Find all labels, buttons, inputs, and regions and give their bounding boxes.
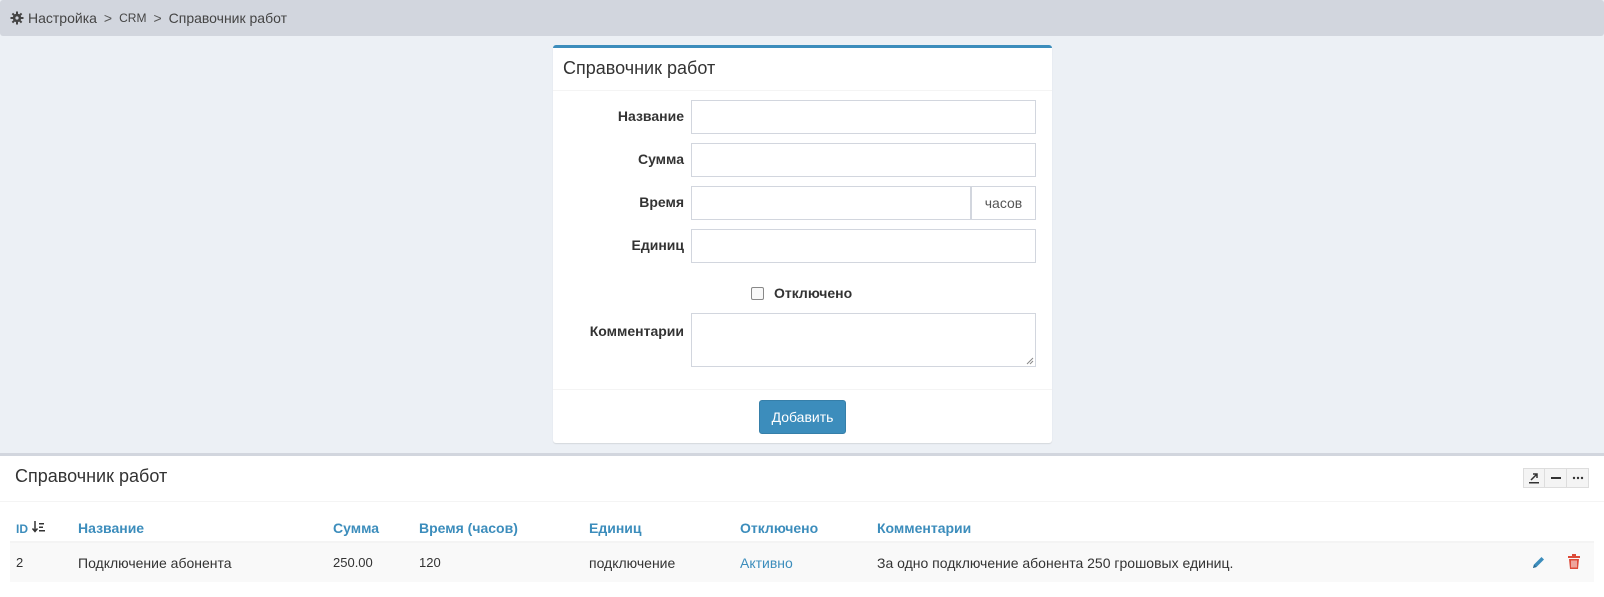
- cell-edit: [1522, 542, 1558, 582]
- breadcrumb-item-current: Справочник работ: [168, 10, 287, 26]
- add-button[interactable]: Добавить: [759, 400, 846, 434]
- column-header-comment[interactable]: Комментарии: [871, 514, 1522, 543]
- table-row: 2 Подключение абонента 250.00 120 подклю…: [10, 542, 1594, 582]
- breadcrumb-item-crm[interactable]: CRM: [119, 11, 146, 25]
- form-title: Справочник работ: [553, 48, 1052, 91]
- cell-sum: 250.00: [327, 542, 413, 582]
- disabled-checkbox-row: Отключено: [751, 285, 852, 301]
- cell-status: Активно: [734, 542, 871, 582]
- column-header-delete: [1558, 514, 1594, 543]
- time-input[interactable]: [691, 186, 971, 220]
- comment-textarea[interactable]: [691, 313, 1036, 367]
- gear-icon: [10, 11, 24, 25]
- resize-handle-icon[interactable]: [1026, 357, 1034, 365]
- cell-delete: [1558, 542, 1594, 582]
- delete-trash-icon[interactable]: [1564, 552, 1584, 572]
- name-row: Название: [553, 100, 1052, 134]
- minus-icon[interactable]: [1545, 468, 1567, 488]
- units-label: Единиц: [631, 237, 685, 253]
- breadcrumb: Настройка > CRM > Справочник работ: [0, 0, 1604, 36]
- column-header-name[interactable]: Название: [72, 514, 327, 543]
- cell-units: подключение: [583, 542, 734, 582]
- list-tools: [1523, 468, 1589, 488]
- sum-row: Сумма: [553, 143, 1052, 177]
- cell-id: 2: [10, 542, 72, 582]
- edit-pencil-icon[interactable]: [1528, 552, 1548, 572]
- column-header-time[interactable]: Время (часов): [413, 514, 583, 543]
- units-row: Единиц: [553, 229, 1052, 263]
- cell-name: Подключение абонента: [72, 542, 327, 582]
- more-icon[interactable]: [1567, 468, 1589, 488]
- cell-comment: За одно подключение абонента 250 грошовы…: [871, 542, 1522, 582]
- export-icon[interactable]: [1523, 468, 1545, 488]
- units-input[interactable]: [691, 229, 1036, 263]
- work-table: ID Название Сумма Время (часов) Единиц О…: [10, 514, 1594, 582]
- status-link[interactable]: Активно: [740, 555, 793, 571]
- column-header-disabled[interactable]: Отключено: [734, 514, 871, 543]
- column-header-id[interactable]: ID: [10, 514, 72, 543]
- name-input[interactable]: [691, 100, 1036, 134]
- column-header-sum[interactable]: Сумма: [327, 514, 413, 543]
- table-header-row: ID Название Сумма Время (часов) Единиц О…: [10, 514, 1594, 543]
- time-label: Время: [639, 194, 684, 210]
- sum-label: Сумма: [637, 151, 684, 167]
- list-header: Справочник работ: [0, 456, 1604, 502]
- time-row: Время часов: [553, 186, 1052, 220]
- breadcrumb-item-settings[interactable]: Настройка: [28, 10, 97, 26]
- work-list-panel: Справочник работ ID Название Сумма Время…: [0, 453, 1604, 597]
- breadcrumb-separator: >: [103, 10, 113, 26]
- list-title: Справочник работ: [15, 466, 168, 486]
- comment-label: Комментарии: [589, 323, 684, 339]
- breadcrumb-separator: >: [153, 10, 162, 26]
- sum-input[interactable]: [691, 143, 1036, 177]
- time-unit-addon: часов: [971, 186, 1036, 220]
- name-label: Название: [617, 108, 684, 124]
- disabled-checkbox[interactable]: [751, 286, 764, 300]
- work-form-panel: Справочник работ Название Сумма Время ча…: [553, 45, 1052, 443]
- disabled-label[interactable]: Отключено: [774, 285, 852, 301]
- form-footer: Добавить: [553, 389, 1052, 444]
- column-header-units[interactable]: Единиц: [583, 514, 734, 543]
- sort-desc-icon[interactable]: [31, 520, 46, 534]
- cell-time: 120: [413, 542, 583, 582]
- column-header-edit: [1522, 514, 1558, 543]
